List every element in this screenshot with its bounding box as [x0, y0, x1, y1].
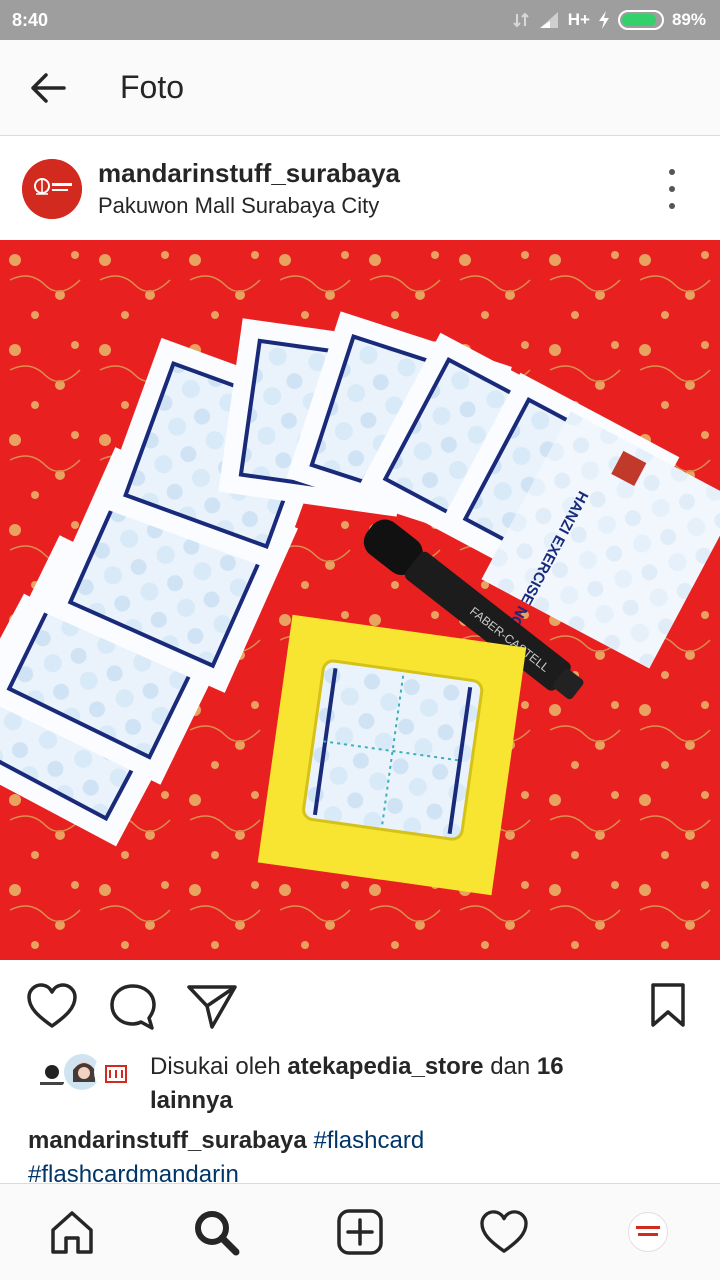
user-info: mandarinstuff_surabaya Pakuwon Mall Sura… [98, 158, 400, 219]
bottom-nav [0, 1183, 720, 1280]
more-vertical-icon[interactable] [660, 169, 684, 209]
status-bar: 8:40 H+ 89% [0, 0, 720, 40]
page-title: Foto [120, 69, 185, 105]
signal-icon [539, 12, 558, 28]
network-type: H+ [567, 10, 590, 29]
liker-avatars [30, 1052, 134, 1092]
battery-fill [621, 14, 656, 26]
nav-activity[interactable] [468, 1196, 540, 1268]
heart-icon [480, 1210, 528, 1253]
search-icon [195, 1211, 240, 1256]
logo-icon [22, 158, 82, 219]
share-button[interactable] [186, 982, 238, 1035]
yellow-box [257, 614, 527, 896]
home-icon [51, 1211, 93, 1254]
photo-illustration: HANZI EXERCISE NOTE FABER-CASTELL [0, 240, 720, 960]
data-transfer-icon [513, 12, 529, 28]
battery-percent: 89% [671, 10, 706, 29]
send-icon [187, 985, 237, 1029]
likes-summary[interactable]: Disukai oleh atekapedia_store dan 16 lai… [30, 1050, 690, 1118]
post-header: mandarinstuff_surabaya Pakuwon Mall Sura… [0, 137, 720, 240]
likes-middle: dan [490, 1053, 531, 1080]
likes-suffix[interactable]: lainnya [150, 1087, 233, 1114]
charging-icon [598, 11, 609, 29]
post-photo[interactable]: HANZI EXERCISE NOTE FABER-CASTELL [0, 240, 720, 960]
bookmark-icon [651, 983, 685, 1027]
battery-icon [617, 10, 664, 30]
post-actions [0, 960, 720, 1052]
caption-username[interactable]: mandarinstuff_surabaya [28, 1127, 307, 1154]
likes-text: Disukai oleh atekapedia_store dan 16 lai… [150, 1050, 564, 1118]
likes-prefix: Disukai oleh [150, 1053, 281, 1080]
post-location[interactable]: Pakuwon Mall Surabaya City [98, 193, 400, 219]
add-icon [337, 1209, 383, 1255]
status-time: 8:40 [12, 9, 49, 30]
back-button[interactable] [0, 40, 96, 136]
post-username[interactable]: mandarinstuff_surabaya [98, 158, 400, 189]
comment-icon [110, 984, 156, 1030]
save-button[interactable] [650, 982, 686, 1033]
app-header: Foto [0, 40, 720, 136]
nav-home[interactable] [36, 1196, 108, 1268]
comment-button[interactable] [108, 982, 158, 1037]
like-button[interactable] [26, 982, 78, 1035]
heart-icon [27, 983, 77, 1028]
liker-avatar [94, 1052, 134, 1092]
arrow-left-icon [31, 72, 66, 103]
liker-username[interactable]: atekapedia_store [287, 1053, 483, 1080]
post-caption: mandarinstuff_surabaya #flashcard #flash… [28, 1124, 698, 1192]
nav-profile[interactable] [612, 1196, 684, 1268]
hashtag[interactable]: #flashcard [313, 1127, 424, 1154]
user-avatar[interactable] [22, 158, 82, 219]
nav-add[interactable] [324, 1196, 396, 1268]
profile-avatar [628, 1212, 668, 1252]
likes-count[interactable]: 16 [537, 1053, 564, 1080]
status-indicators: H+ 89% [512, 10, 706, 30]
nav-search[interactable] [180, 1196, 252, 1268]
